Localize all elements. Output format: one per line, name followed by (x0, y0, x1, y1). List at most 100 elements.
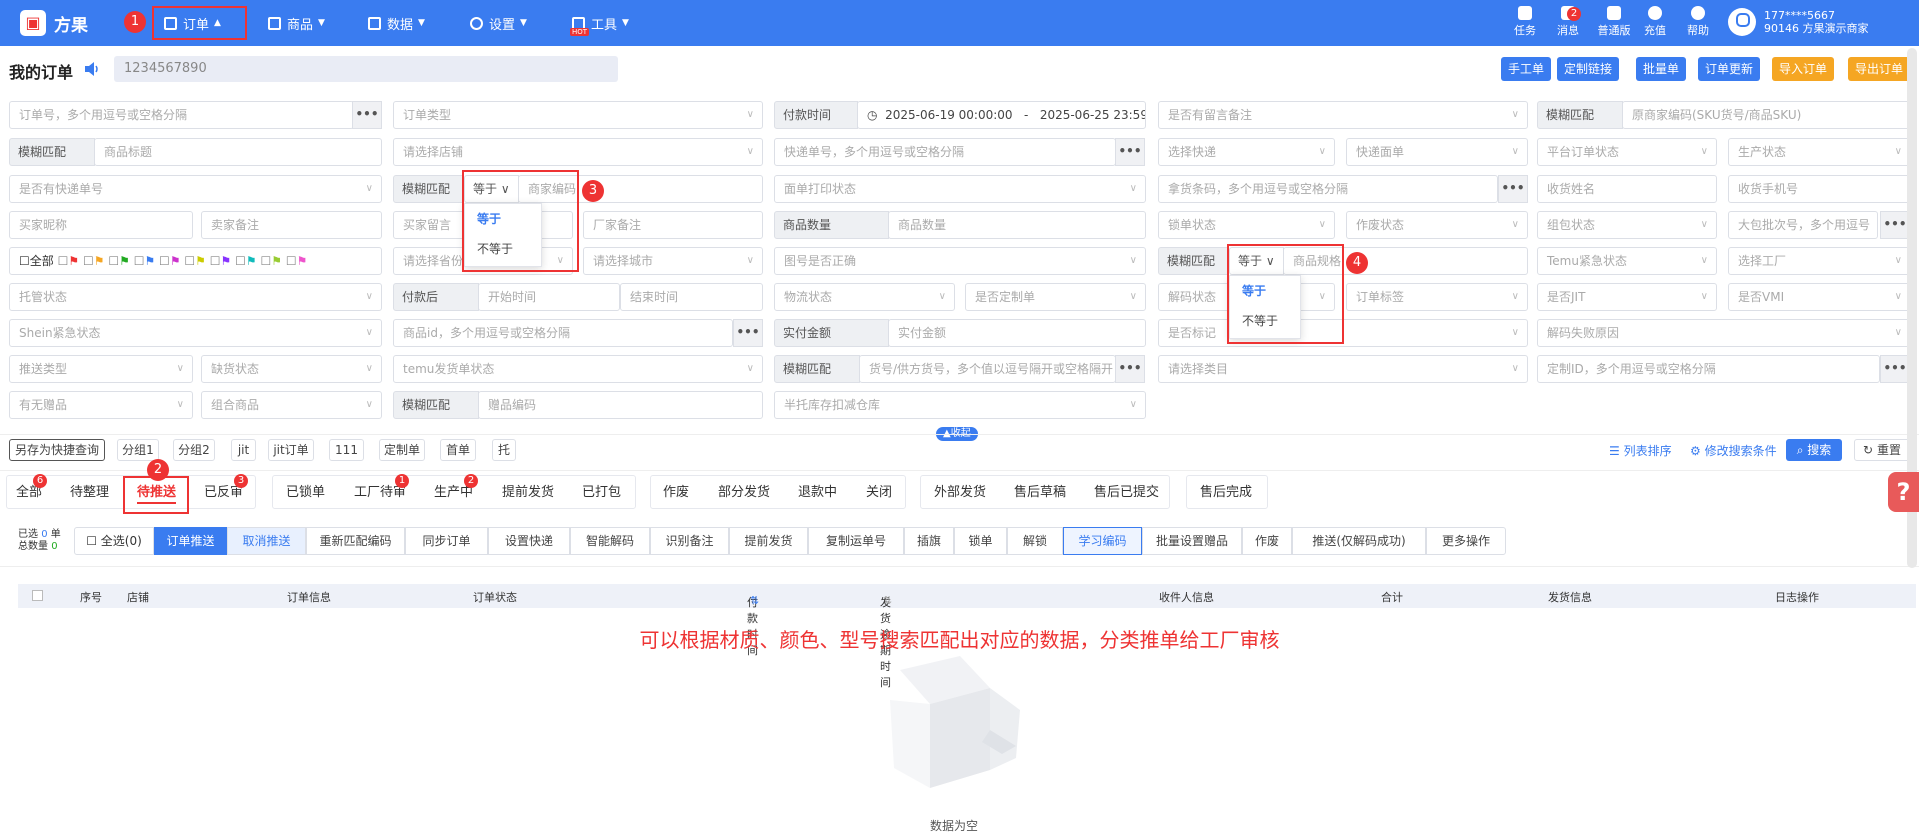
factory-note-input[interactable]: 厂家备注 (583, 211, 763, 239)
image-correct-select[interactable]: 图号是否正确 ∨ (774, 247, 1146, 275)
more-dots-button[interactable]: ••• (1115, 138, 1145, 166)
nav-data[interactable]: 数据 ▼ (368, 0, 425, 46)
buyer-nick-input[interactable]: 买家昵称 (9, 211, 193, 239)
batch-order-button[interactable]: 批量单 (1636, 57, 1686, 81)
tab-closed[interactable]: 关闭 (866, 481, 892, 500)
more-dots-button[interactable]: ••• (1498, 175, 1528, 203)
platform-status-select[interactable]: 平台订单状态 ∨ (1537, 138, 1717, 166)
nav-recharge[interactable]: 充值 (1638, 6, 1672, 38)
product-id-input[interactable]: 商品id，多个用逗号或空格分隔 (393, 319, 733, 347)
import-orders-button[interactable]: 导入订单 (1772, 57, 1834, 81)
flag-button[interactable]: 插旗 (904, 527, 954, 555)
tab-aftersale-submitted[interactable]: 售后已提交 (1094, 481, 1159, 500)
quick-chip[interactable]: 111 (329, 439, 364, 461)
more-dots-button[interactable]: ••• (352, 101, 382, 129)
has-express-select[interactable]: 是否有快递单号 ∨ (9, 175, 382, 203)
export-orders-button[interactable]: 导出订单 (1848, 57, 1910, 81)
gift-code-input[interactable]: 赠品编码 (478, 391, 763, 419)
cancel-push-button[interactable]: 取消推送 (227, 527, 306, 555)
reset-button[interactable]: ↻ 重置 (1854, 439, 1910, 461)
push-type-select[interactable]: 推送类型 ∨ (9, 355, 193, 383)
category-select[interactable]: 请选择类目 ∨ (1158, 355, 1528, 383)
tab-void[interactable]: 作废 (663, 481, 689, 500)
fuzzy-match-select[interactable]: 模糊匹配 (393, 175, 463, 203)
nav-task[interactable]: 任务 (1508, 6, 1542, 38)
combo-select[interactable]: 组合商品 ∨ (201, 391, 382, 419)
custom-id-input[interactable]: 定制ID，多个用逗号或空格分隔 (1537, 355, 1880, 383)
nav-settings[interactable]: 设置 ▼ (470, 0, 527, 46)
production-status-select[interactable]: 生产状态 ∨ (1728, 138, 1911, 166)
remark-select[interactable]: 是否有留言备注 ∨ (1158, 101, 1528, 129)
fuzzy-match-select[interactable]: 模糊匹配 (9, 138, 95, 166)
logistics-status-select[interactable]: 物流状态 ∨ (774, 283, 955, 311)
early-ship-button[interactable]: 提前发货 (729, 527, 808, 555)
help-float-button[interactable]: ? (1888, 472, 1919, 512)
nav-edition[interactable]: 普通版 (1594, 6, 1634, 38)
tab-locked[interactable]: 已锁单 (286, 481, 325, 500)
more-actions-button[interactable]: 更多操作 (1426, 527, 1506, 555)
edit-conditions-button[interactable]: ⚙ 修改搜索条件 (1690, 442, 1777, 459)
quick-chip[interactable]: jit订单 (268, 439, 314, 461)
quick-chip[interactable]: 首单 (440, 439, 476, 461)
qty-input[interactable]: 商品数量 (888, 211, 1146, 239)
smart-decode-button[interactable]: 智能解码 (570, 527, 650, 555)
void-button[interactable]: 作废 (1242, 527, 1292, 555)
custom-link-button[interactable]: 定制链接 (1557, 57, 1619, 81)
set-express-button[interactable]: 设置快递 (488, 527, 570, 555)
jit-select[interactable]: 是否JIT ∨ (1537, 283, 1717, 311)
decode-fail-select[interactable]: 解码失败原因 ∨ (1537, 319, 1911, 347)
factory-select[interactable]: 选择工厂 ∨ (1728, 247, 1911, 275)
fuzzy-match-select[interactable]: 模糊匹配 (393, 391, 479, 419)
quick-chip[interactable]: jit (231, 439, 256, 461)
tab-external-ship[interactable]: 外部发货 (934, 481, 986, 500)
push-decoded-button[interactable]: 推送(仅解码成功) (1292, 527, 1426, 555)
batch-gift-button[interactable]: 批量设置赠品 (1142, 527, 1242, 555)
more-dots-button[interactable]: ••• (1880, 355, 1910, 383)
after-pay-select[interactable]: 付款后 (393, 283, 479, 311)
temu-ship-select[interactable]: temu发货单状态 ∨ (393, 355, 763, 383)
shop-select[interactable]: 请选择店铺 ∨ (393, 138, 763, 166)
header-checkbox[interactable] (32, 590, 43, 601)
paid-amount-input[interactable]: 实付金额 (888, 319, 1146, 347)
sync-order-button[interactable]: 同步订单 (405, 527, 488, 555)
product-title-input[interactable]: 商品标题 (94, 138, 382, 166)
stock-status-select[interactable]: 缺货状态 ∨ (201, 355, 382, 383)
batch-no-input[interactable]: 大包批次号，多个用逗号 (1728, 211, 1878, 239)
tab-early-ship[interactable]: 提前发货 (502, 481, 554, 500)
lock-order-button[interactable]: 锁单 (954, 527, 1007, 555)
more-dots-button[interactable]: ••• (1115, 355, 1145, 383)
seller-note-input[interactable]: 卖家备注 (201, 211, 382, 239)
temu-urgent-select[interactable]: Temu紧急状态 ∨ (1537, 247, 1717, 275)
tab-aftersale-draft[interactable]: 售后草稿 (1014, 481, 1066, 500)
quick-chip[interactable]: 定制单 (379, 439, 425, 461)
nav-products[interactable]: 商品 ▼ (268, 0, 325, 46)
receiver-name-input[interactable]: 收货姓名 (1537, 175, 1717, 203)
choose-express-select[interactable]: 选择快递 ∨ (1158, 138, 1335, 166)
list-sort-button[interactable]: ☰ 列表排序 (1609, 442, 1672, 459)
nav-help[interactable]: 帮助 (1681, 6, 1715, 38)
quick-chip[interactable]: 分组1 (117, 439, 159, 461)
rematch-code-button[interactable]: 重新匹配编码 (306, 527, 405, 555)
unlock-button[interactable]: 解锁 (1007, 527, 1063, 555)
void-status-select[interactable]: 作废状态 ∨ (1346, 211, 1528, 239)
recognize-note-button[interactable]: 识别备注 (650, 527, 729, 555)
order-no-input[interactable]: 订单号，多个用逗号或空格分隔 (9, 101, 354, 129)
save-quick-query-button[interactable]: 另存为快捷查询 (9, 439, 105, 461)
copy-waybill-button[interactable]: 复制运单号 (808, 527, 904, 555)
custody-status-select[interactable]: 托管状态 ∨ (9, 283, 382, 311)
quick-chip[interactable]: 分组2 (173, 439, 215, 461)
fuzzy-match-select[interactable]: 模糊匹配 (774, 355, 860, 383)
start-time-input[interactable]: 开始时间 (478, 283, 620, 311)
pick-code-input[interactable]: 拿货条码，多个用逗号或空格分隔 (1158, 175, 1498, 203)
flag-filter[interactable]: ☐全部 ☐⚑ ☐⚑ ☐⚑ ☐⚑ ☐⚑ ☐⚑ ☐⚑ ☐⚑ ☐⚑ ☐⚑ (9, 247, 382, 275)
order-update-button[interactable]: 订单更新 (1698, 57, 1760, 81)
lock-status-select[interactable]: 锁单状态 ∨ (1158, 211, 1335, 239)
receiver-phone-input[interactable]: 收货手机号 (1728, 175, 1911, 203)
push-order-button[interactable]: 订单推送 (154, 527, 227, 555)
print-status-select[interactable]: 面单打印状态 ∨ (774, 175, 1146, 203)
merchant-code-input[interactable]: 原商家编码(SKU货号/商品SKU) (1622, 101, 1911, 129)
qty-compare-select[interactable]: 商品数量 (774, 211, 889, 239)
end-time-input[interactable]: 结束时间 (620, 283, 763, 311)
tab-refunding[interactable]: 退款中 (798, 481, 837, 500)
city-select[interactable]: 请选择城市 ∨ (583, 247, 763, 275)
